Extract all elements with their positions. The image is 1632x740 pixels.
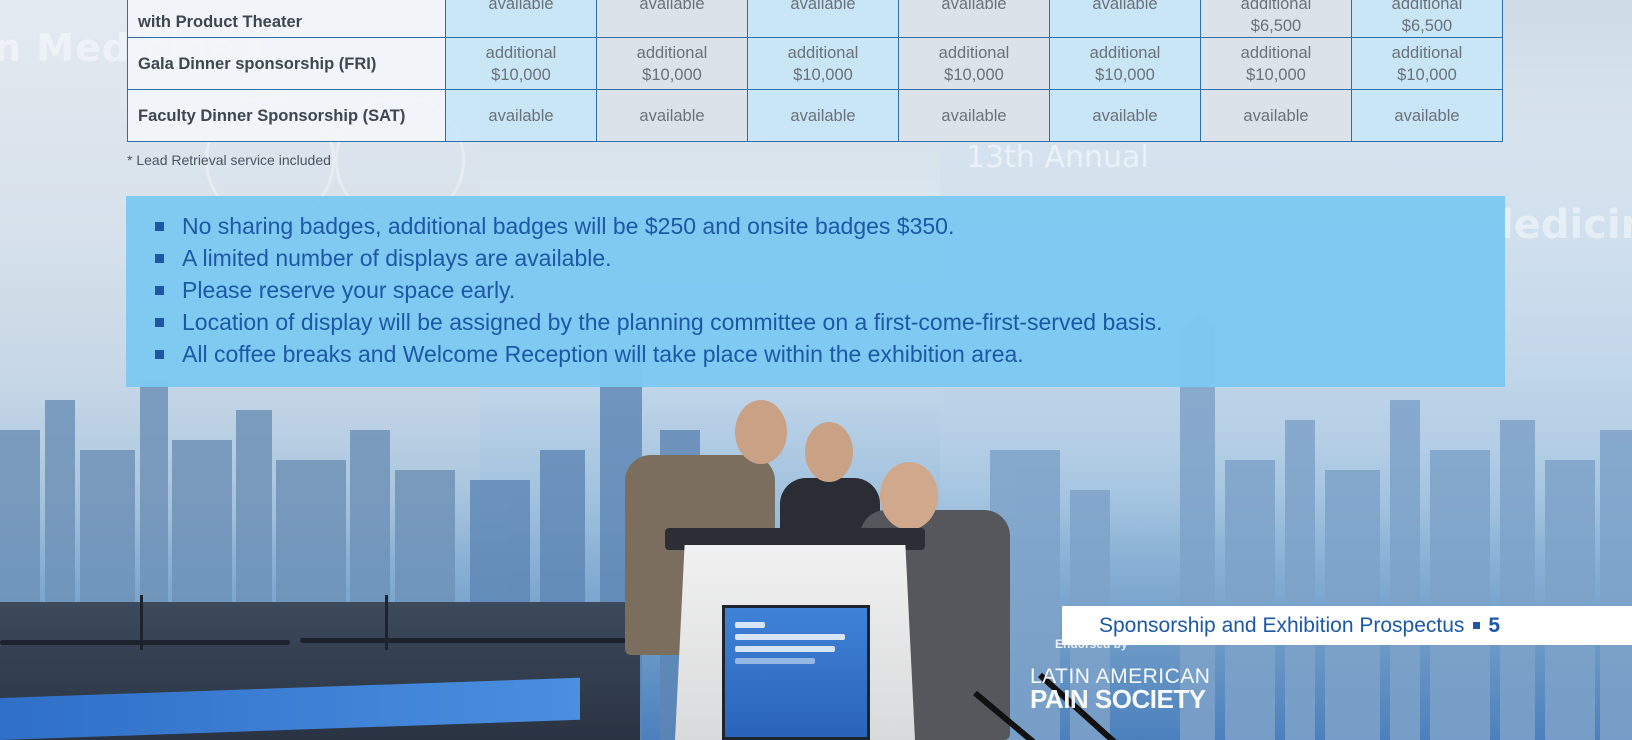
table-row: Gala Dinner sponsorship (FRI) additional $… [127,37,1503,90]
cell-text: $6,500 [1401,17,1453,35]
table-cell: additional $6,500 [1351,0,1503,38]
cell-text: available [941,0,1007,13]
cell-text: available [639,0,705,13]
cell-text: $10,000 [1095,65,1155,84]
cell-text: available [790,106,856,125]
cell-text: $6,500 [1250,17,1302,35]
note-text: All coffee breaks and Welcome Reception … [182,340,1024,367]
square-bullet-icon [155,253,164,263]
society-logo: LATIN AMERICAN PAIN SOCIETY [1030,666,1210,714]
cell-text: available [1394,106,1460,125]
row-label-text: Faculty Dinner Sponsorship (SAT) [138,106,406,125]
table-cell: additional $10,000 [898,37,1050,90]
list-item: All coffee breaks and Welcome Reception … [155,338,1505,370]
cell-text: $10,000 [491,65,551,84]
list-item: A limited number of displays are availab… [155,242,1505,274]
cell-text: available [488,0,554,13]
table-cell: available [747,89,899,142]
table-cell: additional $10,000 [1351,37,1503,90]
table-cell: available [898,89,1050,142]
note-text: A limited number of displays are availab… [182,244,612,271]
cell-text: available [488,106,554,125]
cell-text: available [639,106,705,125]
microphone-stand [140,595,143,650]
cell-text: additional [1391,0,1463,13]
table-footnote: * Lead Retrieval service included [127,152,331,168]
footer-title: Sponsorship and Exhibition Prospectus [1099,613,1465,637]
cell-text: additional [636,43,708,62]
microphone-stand [385,595,388,650]
cell-text: $10,000 [642,65,702,84]
table-cell: additional $10,000 [445,37,597,90]
page-number: 5 [1488,613,1501,637]
cell-text: available [941,106,1007,125]
cell-text: additional [1391,43,1463,62]
row-label-text: Gala Dinner sponsorship (FRI) [138,54,377,73]
footer-separator-icon [1473,622,1481,629]
table-cell: available [1351,89,1503,142]
cell-text: $10,000 [793,65,853,84]
row-label-text: with Product Theater [138,13,303,31]
note-text: Location of display will be assigned by … [182,308,1163,335]
table-cell: additional $10,000 [1200,37,1352,90]
faded-banner-text-right: ledicine [1500,202,1632,248]
table-cell: available [747,0,899,38]
notes-list: No sharing badges, additional badges wil… [155,210,1505,370]
row-label: Faculty Dinner Sponsorship (SAT) [127,89,446,142]
table-cell: available [1049,0,1201,38]
cell-text: available [1092,0,1158,13]
row-label: with Product Theater [127,0,446,38]
list-item: Location of display will be assigned by … [155,306,1505,338]
cell-text: additional [938,43,1010,62]
cell-text: $10,000 [1246,65,1306,84]
square-bullet-icon [155,221,164,231]
table-cell: additional $6,500 [1200,0,1352,38]
cell-text: additional [1089,43,1161,62]
row-label: Gala Dinner sponsorship (FRI) [127,37,446,90]
cell-text: $10,000 [944,65,1004,84]
square-bullet-icon [155,349,164,359]
table-cell: available [445,89,597,142]
table-cell: available [1049,89,1201,142]
note-text: No sharing badges, additional badges wil… [182,212,955,239]
faded-annual-text: 13th Annual [966,140,1149,175]
footer-page-tag: Sponsorship and Exhibition Prospectus 5 [1062,606,1632,645]
cell-text: available [1092,106,1158,125]
cell-text: $10,000 [1397,65,1457,84]
note-text: Please reserve your space early. [182,276,516,303]
society-logo-line2: PAIN SOCIETY [1030,684,1206,714]
cell-text: additional [485,43,557,62]
table-row: with Product Theater available available av… [127,0,1503,38]
table-cell: available [445,0,597,38]
square-bullet-icon [155,285,164,295]
stage-rail-right [300,638,630,643]
list-item: Please reserve your space early. [155,274,1505,306]
notes-box: No sharing badges, additional badges wil… [126,196,1505,387]
cell-text: additional [787,43,859,62]
square-bullet-icon [155,317,164,327]
podium-display [722,605,870,740]
cell-text: additional [1240,43,1312,62]
table-row: Faculty Dinner Sponsorship (SAT) availabl… [127,89,1503,142]
cell-text: available [790,0,856,13]
sponsorship-table: with Product Theater available available av… [127,0,1503,142]
stage-rail-left [0,640,290,645]
table-cell: available [898,0,1050,38]
table-cell: available [596,89,748,142]
table-cell: additional $10,000 [596,37,748,90]
list-item: No sharing badges, additional badges wil… [155,210,1505,242]
table-cell: available [1200,89,1352,142]
table-cell: available [596,0,748,38]
table-cell: additional $10,000 [1049,37,1201,90]
cell-text: additional [1240,0,1312,13]
table-cell: additional $10,000 [747,37,899,90]
cell-text: available [1243,106,1309,125]
